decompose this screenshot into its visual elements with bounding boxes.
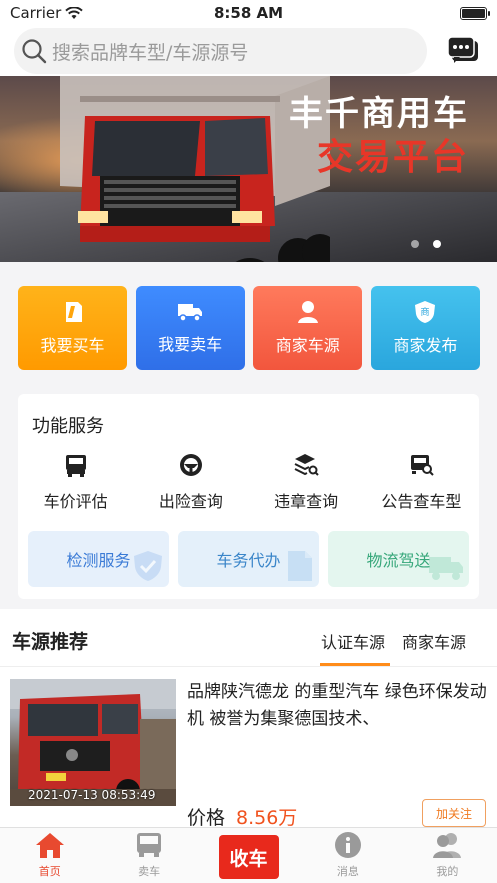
quick-actions: 我要买车 我要卖车 商家车源 商 商家发布 (18, 286, 480, 370)
service-violation-query[interactable]: 违章查询 (249, 452, 364, 512)
quick-action-label: 我要卖车 (158, 335, 223, 354)
recommend-title: 车源推荐 (12, 631, 89, 653)
tab-certified-source[interactable]: 认证车源 (321, 629, 385, 653)
banner-dot-active[interactable] (433, 240, 441, 248)
carrier-label: Carrier (10, 4, 62, 22)
steering-wheel-icon (179, 454, 202, 476)
listing-photo[interactable]: 2021-07-13 08:53:49 (10, 679, 176, 806)
info-icon (334, 832, 361, 858)
person-icon (297, 301, 318, 323)
quick-action-label: 我要买车 (40, 336, 105, 355)
services-panel: 功能服务 车价评估 出险查询 违章查询 公告查车型 检测服务 车务代办 物流驾送 (18, 394, 479, 599)
tag-icon (65, 302, 82, 322)
tab-merchant-source[interactable]: 商家车源 (402, 629, 466, 653)
bottom-tab-bar: 首页 卖车 收车 消息 我的 (0, 827, 497, 883)
service-tiles: 检测服务 车务代办 物流驾送 (28, 531, 469, 587)
tile-label: 检测服务 (66, 551, 131, 570)
search-input[interactable]: 搜索品牌车型/车源源号 (14, 28, 427, 74)
quick-action-label: 商家发布 (393, 336, 458, 355)
bus-icon (137, 833, 162, 857)
services-title: 功能服务 (32, 416, 104, 437)
users-icon (433, 833, 462, 858)
listing-date: 2021-07-13 08:53:49 (28, 788, 156, 802)
tile-label: 车务代办 (216, 551, 281, 570)
status-bar: Carrier 8:58 AM (0, 0, 497, 26)
tab-sell-car[interactable]: 卖车 (99, 828, 198, 883)
listing-card[interactable]: 2021-07-13 08:53:49 品牌陕汽德龙 的重型汽车 绿色环保发动机… (0, 667, 497, 829)
search-placeholder: 搜索品牌车型/车源源号 (52, 41, 249, 64)
service-price-evaluation[interactable]: 车价评估 (18, 452, 133, 512)
search-icon (22, 39, 47, 64)
follow-button[interactable]: 加关注 (422, 799, 486, 827)
search-row: 搜索品牌车型/车源源号 (0, 26, 497, 76)
tile-label: 物流驾送 (366, 551, 431, 570)
truck-search-icon (411, 455, 435, 476)
tab-messages[interactable]: 消息 (298, 828, 397, 883)
shield-check-icon (134, 551, 162, 581)
listing-description: 品牌陕汽德龙 的重型汽车 绿色环保发动机 被誉为集聚德国技术、 (187, 682, 487, 729)
services-row: 车价评估 出险查询 违章查询 公告查车型 (18, 452, 479, 512)
tile-vehicle-affairs[interactable]: 车务代办 (178, 531, 319, 587)
chat-bubble-icon (447, 36, 478, 63)
price-value: 8.56万 (236, 807, 298, 829)
truck-illustration (60, 76, 330, 262)
banner-title-line2: 交易平台 (316, 137, 469, 178)
banner-pagination[interactable] (411, 240, 441, 248)
service-label: 违章查询 (274, 492, 339, 511)
svg-text:商: 商 (421, 306, 430, 318)
tab-label: 消息 (336, 865, 359, 878)
truck-front-icon (65, 455, 86, 477)
banner-dot[interactable] (411, 240, 419, 248)
document-icon (288, 551, 312, 581)
price-label: 价格 (187, 807, 226, 829)
battery-icon (460, 6, 490, 20)
quick-action-merchant-source[interactable]: 商家车源 (253, 286, 363, 370)
truck-photo (10, 679, 176, 806)
quick-action-merchant-publish[interactable]: 商 商家发布 (370, 286, 480, 370)
service-announcement-model[interactable]: 公告查车型 (364, 452, 479, 512)
truck-icon (429, 557, 463, 580)
active-tab-indicator (320, 663, 390, 666)
truck-icon (178, 304, 203, 322)
service-label: 公告查车型 (381, 492, 462, 511)
wifi-icon (65, 6, 84, 19)
stack-search-icon (294, 454, 319, 476)
promo-banner[interactable]: 丰千商用车 交易平台 (0, 76, 497, 262)
quick-action-label: 商家车源 (275, 336, 340, 355)
home-icon (35, 833, 64, 858)
tab-label: 卖车 (138, 865, 161, 878)
tab-label: 我的 (436, 865, 459, 878)
tab-collect-car[interactable]: 收车 (199, 828, 298, 883)
service-accident-query[interactable]: 出险查询 (133, 452, 248, 512)
message-button[interactable] (443, 31, 483, 71)
recommend-header: 车源推荐 认证车源 商家车源 (0, 609, 497, 667)
quick-action-buy[interactable]: 我要买车 (18, 286, 127, 370)
tile-inspection-service[interactable]: 检测服务 (28, 531, 169, 587)
shield-icon: 商 (415, 301, 436, 323)
service-label: 车价评估 (43, 492, 108, 511)
carrier-group: Carrier (10, 4, 84, 22)
tab-home[interactable]: 首页 (0, 828, 99, 883)
tab-mine[interactable]: 我的 (398, 828, 497, 883)
collect-car-button[interactable]: 收车 (218, 835, 279, 879)
tab-label: 首页 (38, 865, 61, 878)
tile-logistics-delivery[interactable]: 物流驾送 (328, 531, 469, 587)
quick-action-sell[interactable]: 我要卖车 (135, 286, 245, 370)
service-label: 出险查询 (158, 492, 223, 511)
